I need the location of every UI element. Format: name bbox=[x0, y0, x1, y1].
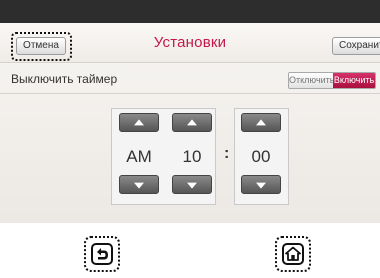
title-bar: Отмена Установки Сохранить bbox=[0, 23, 380, 63]
back-button[interactable] bbox=[84, 236, 120, 272]
status-bar bbox=[0, 0, 380, 23]
hour-up-button[interactable] bbox=[172, 113, 212, 132]
minute-value: 00 bbox=[251, 147, 271, 166]
hour-down-button[interactable] bbox=[172, 175, 212, 194]
hour-value: 10 bbox=[182, 147, 202, 166]
off-timer-row: Выключить таймер Отключить Включить bbox=[0, 64, 380, 94]
minute-up-button[interactable] bbox=[241, 113, 281, 132]
arrow-down-icon bbox=[187, 182, 197, 189]
off-timer-label: Выключить таймер bbox=[11, 72, 118, 86]
period-up-button[interactable] bbox=[119, 113, 159, 132]
period-down-button[interactable] bbox=[119, 175, 159, 194]
arrow-up-icon bbox=[256, 118, 266, 125]
off-timer-toggle[interactable]: Отключить Включить bbox=[288, 72, 376, 89]
arrow-down-icon bbox=[256, 182, 266, 189]
arrow-up-icon bbox=[187, 118, 197, 125]
save-button[interactable]: Сохранить bbox=[332, 37, 380, 55]
back-arrow-icon bbox=[91, 243, 113, 265]
period-value: AM bbox=[126, 147, 152, 166]
toggle-off-option[interactable]: Отключить bbox=[289, 73, 335, 88]
page-title: Установки bbox=[153, 34, 227, 51]
minute-down-button[interactable] bbox=[241, 175, 281, 194]
arrow-down-icon bbox=[134, 182, 144, 189]
arrow-up-icon bbox=[134, 118, 144, 125]
toggle-on-option[interactable]: Включить bbox=[333, 73, 375, 88]
home-icon bbox=[282, 243, 304, 265]
home-button[interactable] bbox=[275, 236, 311, 272]
time-separator: : bbox=[224, 145, 230, 162]
